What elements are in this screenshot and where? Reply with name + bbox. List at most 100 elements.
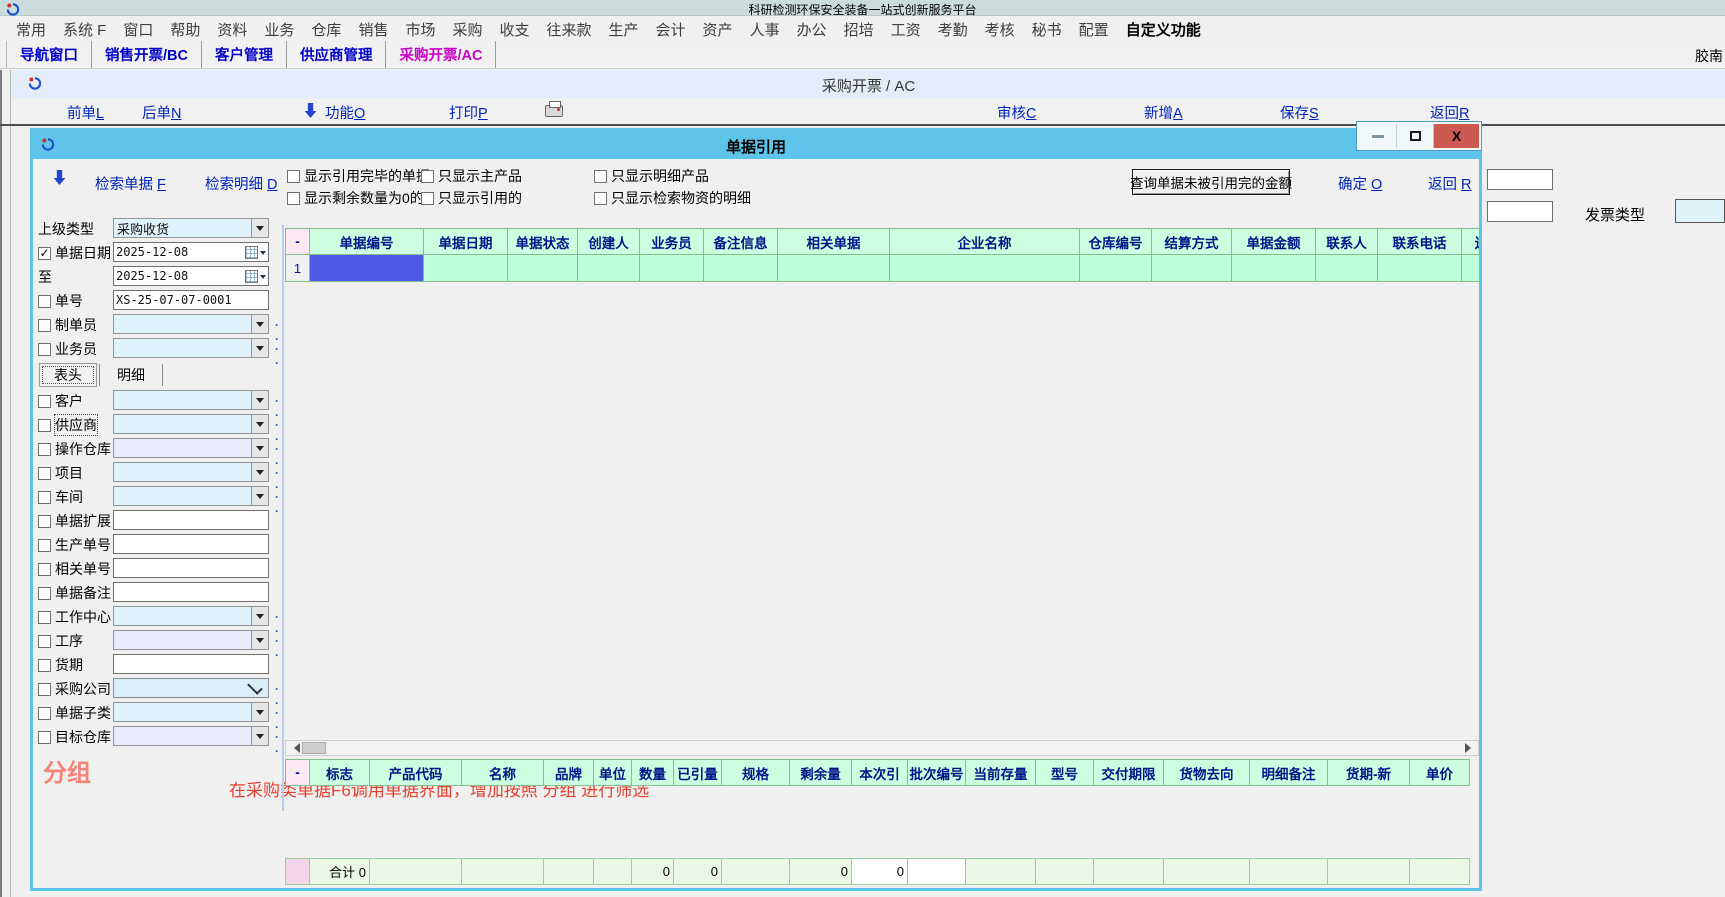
back-link-dialog[interactable]: 返回 R [1428, 173, 1472, 194]
master-cell-备注信息[interactable] [704, 255, 778, 282]
detail-col-当前存量[interactable]: 当前存量 [966, 759, 1036, 786]
master-cell-联系电话[interactable] [1378, 255, 1462, 282]
至-date-input[interactable]: 2025-12-08 [113, 266, 269, 286]
货期-input[interactable] [113, 654, 269, 674]
master-col-联系人[interactable]: 联系人 [1316, 228, 1378, 255]
invoice-type-input[interactable] [1675, 199, 1725, 223]
menu-item-收支[interactable]: 收支 [499, 19, 529, 40]
业务员-picker-dots[interactable]: . . [275, 339, 286, 367]
menu-item-会计[interactable]: 会计 [656, 19, 686, 40]
dropdown-button[interactable] [251, 439, 268, 457]
calendar-icon[interactable] [245, 246, 258, 259]
menu-item-采购[interactable]: 采购 [452, 19, 482, 40]
panel-splitter[interactable] [282, 225, 284, 811]
menu-item-配置[interactable]: 配置 [1079, 19, 1109, 40]
dropdown-button[interactable] [251, 339, 268, 357]
checkbox-项目[interactable] [38, 467, 51, 480]
checkbox-货期[interactable] [38, 659, 51, 672]
menu-item-办公[interactable]: 办公 [797, 19, 827, 40]
scroll-right-arrow[interactable] [1462, 741, 1478, 755]
menu-item-帮助[interactable]: 帮助 [170, 19, 200, 40]
menu-item-常用[interactable]: 常用 [16, 19, 46, 40]
相关单号-input[interactable] [113, 558, 269, 578]
detail-col-交付期限[interactable]: 交付期限 [1094, 759, 1164, 786]
menu-item-市场[interactable]: 市场 [405, 19, 435, 40]
制单员-combo[interactable] [113, 314, 269, 334]
checkbox-单号[interactable] [38, 295, 51, 308]
checkbox-只显示引用的[interactable] [421, 192, 434, 205]
nav-tab-供应商管理[interactable]: 供应商管理 [287, 41, 387, 68]
detail-col-单位[interactable]: 单位 [594, 759, 632, 786]
dropdown-button[interactable] [251, 631, 268, 649]
checkbox-目标仓库[interactable] [38, 731, 51, 744]
master-cell-单据编号[interactable] [310, 255, 424, 282]
back-link[interactable]: 返回R [1430, 102, 1469, 123]
detail-col-规格[interactable]: 规格 [722, 759, 790, 786]
menu-item-考勤[interactable]: 考勤 [938, 19, 968, 40]
maximize-button[interactable] [1396, 124, 1433, 148]
minimize-button[interactable] [1359, 124, 1396, 148]
date-dropdown-icon[interactable] [260, 275, 266, 282]
master-col-仓库编号[interactable]: 仓库编号 [1080, 228, 1152, 255]
search-documents-link[interactable]: 检索单据 F [95, 173, 166, 194]
detail-col-已引量[interactable]: 已引量 [674, 759, 722, 786]
checkbox-供应商[interactable] [38, 419, 51, 432]
供应商-combo[interactable] [113, 414, 269, 434]
checkbox-工作中心[interactable] [38, 611, 51, 624]
master-col-企业名称[interactable]: 企业名称 [890, 228, 1080, 255]
menu-item-工资[interactable]: 工资 [891, 19, 921, 40]
nav-tab-导航窗口[interactable]: 导航窗口 [6, 41, 92, 68]
menu-item-销售[interactable]: 销售 [358, 19, 388, 40]
tab-表头[interactable]: 表头 [39, 363, 97, 387]
master-cell-单据金额[interactable] [1232, 255, 1316, 282]
checkbox-显示剩余数量为0的[interactable] [287, 192, 300, 205]
menu-item-生产[interactable]: 生产 [609, 19, 639, 40]
detail-col-本次引[interactable]: 本次引 [852, 759, 908, 786]
scroll-left-arrow[interactable] [286, 741, 302, 755]
checkbox-只显示主产品[interactable] [421, 170, 434, 183]
next-doc-link[interactable]: 后单N [142, 102, 181, 123]
目标仓库-combo[interactable] [113, 726, 269, 746]
printer-icon[interactable] [545, 105, 563, 117]
master-cell-业务员[interactable] [640, 255, 704, 282]
detail-col-产品代码[interactable]: 产品代码 [370, 759, 462, 786]
dropdown-button[interactable] [251, 391, 268, 409]
业务员-combo[interactable] [113, 338, 269, 358]
操作仓库-combo[interactable] [113, 438, 269, 458]
dropdown-button[interactable] [251, 315, 268, 333]
master-cell-送[interactable] [1462, 255, 1479, 282]
checkbox-工序[interactable] [38, 635, 51, 648]
nav-tab-销售开票/BC[interactable]: 销售开票/BC [92, 41, 202, 68]
detail-col-数量[interactable]: 数量 [632, 759, 674, 786]
detail-col-明细备注[interactable]: 明细备注 [1250, 759, 1328, 786]
detail-col-名称[interactable]: 名称 [462, 759, 544, 786]
master-col-结算方式[interactable]: 结算方式 [1152, 228, 1232, 255]
master-col-联系电话[interactable]: 联系电话 [1378, 228, 1462, 255]
nav-tab-客户管理[interactable]: 客户管理 [202, 41, 287, 68]
单据子类-combo[interactable] [113, 702, 269, 722]
单号-input[interactable]: XS-25-07-07-0001 [113, 290, 269, 310]
master-cell-单据状态[interactable] [508, 255, 578, 282]
menu-item-资料[interactable]: 资料 [217, 19, 247, 40]
menu-item-考核[interactable]: 考核 [985, 19, 1015, 40]
menu-item-往来款[interactable]: 往来款 [547, 19, 592, 40]
checkbox-单据日期[interactable]: ✓ [38, 247, 51, 260]
master-col-单据金额[interactable]: 单据金额 [1232, 228, 1316, 255]
query-unreferenced-amount-button[interactable]: 查询单据未被引用完的金额 [1132, 169, 1290, 195]
项目-combo[interactable] [113, 462, 269, 482]
checkbox-生产单号[interactable] [38, 539, 51, 552]
prev-doc-link[interactable]: 前单L [67, 102, 104, 123]
master-col-创建人[interactable]: 创建人 [578, 228, 640, 255]
menu-item-系统 F[interactable]: 系统 F [63, 19, 106, 40]
master-col-单据日期[interactable]: 单据日期 [424, 228, 508, 255]
master-cell-企业名称[interactable] [890, 255, 1080, 282]
menu-item-资产[interactable]: 资产 [703, 19, 733, 40]
checkbox-只显示明细产品[interactable] [594, 170, 607, 183]
detail-col-剩余量[interactable]: 剩余量 [790, 759, 852, 786]
background-input-2[interactable] [1487, 201, 1553, 222]
checkbox-制单员[interactable] [38, 319, 51, 332]
horizontal-scrollbar[interactable] [285, 740, 1479, 756]
nav-tab-采购开票/AC[interactable]: 采购开票/AC [386, 41, 496, 68]
menu-item-仓库[interactable]: 仓库 [311, 19, 341, 40]
checkbox-客户[interactable] [38, 395, 51, 408]
